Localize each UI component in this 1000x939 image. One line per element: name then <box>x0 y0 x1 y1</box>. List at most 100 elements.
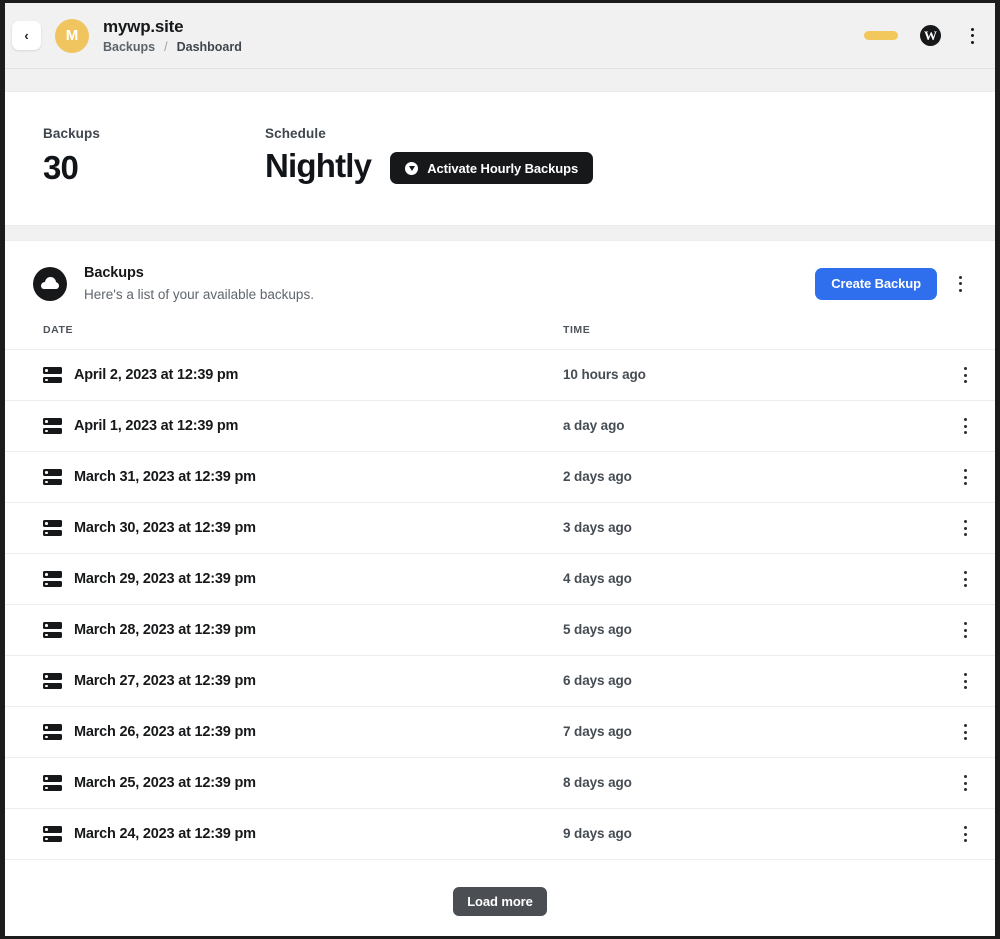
table-row[interactable]: March 29, 2023 at 12:39 pm 4 days ago <box>5 553 995 605</box>
row-overflow-menu-icon[interactable] <box>956 364 974 386</box>
stat-schedule-label: Schedule <box>265 126 326 141</box>
cell-date: April 1, 2023 at 12:39 pm <box>5 400 563 452</box>
site-identity: mywp.site Backups / Dashboard <box>103 17 864 54</box>
server-bar <box>43 733 62 740</box>
date-cell: April 1, 2023 at 12:39 pm <box>5 418 563 434</box>
breadcrumb-item-dashboard[interactable]: Dashboard <box>177 40 242 54</box>
backup-time: 10 hours ago <box>563 367 646 382</box>
row-overflow-menu-icon[interactable] <box>956 517 974 539</box>
chevron-left-icon: ‹ <box>24 27 29 43</box>
cell-actions <box>935 349 995 401</box>
cell-date: March 27, 2023 at 12:39 pm <box>5 655 563 707</box>
table-row[interactable]: March 25, 2023 at 12:39 pm 8 days ago <box>5 757 995 809</box>
dot <box>963 730 967 734</box>
dot <box>963 781 967 785</box>
row-overflow-menu-icon[interactable] <box>956 721 974 743</box>
cell-date: April 2, 2023 at 12:39 pm <box>5 349 563 401</box>
dot <box>963 431 967 434</box>
row-overflow-menu-icon[interactable] <box>956 415 974 437</box>
cell-date: March 28, 2023 at 12:39 pm <box>5 604 563 656</box>
row-overflow-menu-icon[interactable] <box>956 568 974 590</box>
row-overflow-menu-icon[interactable] <box>956 619 974 641</box>
server-bar <box>43 631 62 638</box>
row-overflow-menu-icon[interactable] <box>956 466 974 488</box>
cell-actions <box>935 706 995 758</box>
server-bar <box>43 427 62 434</box>
stats-card: Backups 30 Schedule Nightly Activate Hou… <box>5 91 995 226</box>
server-bar <box>43 784 62 791</box>
breadcrumb-item-backups[interactable]: Backups <box>103 40 155 54</box>
table-row[interactable]: March 26, 2023 at 12:39 pm 7 days ago <box>5 706 995 758</box>
dot <box>963 832 967 836</box>
backups-card: Backups Here's a list of your available … <box>5 240 995 936</box>
cell-date: March 29, 2023 at 12:39 pm <box>5 553 563 605</box>
date-cell: March 25, 2023 at 12:39 pm <box>5 775 563 791</box>
dot <box>963 418 967 421</box>
row-overflow-menu-icon[interactable] <box>956 772 974 794</box>
server-stack-icon <box>43 775 62 791</box>
dot <box>963 571 967 574</box>
server-stack-icon <box>43 826 62 842</box>
table-row[interactable]: March 24, 2023 at 12:39 pm 9 days ago <box>5 808 995 860</box>
backup-date: March 31, 2023 at 12:39 pm <box>74 469 256 485</box>
topbar-overflow-menu-icon[interactable] <box>963 25 981 47</box>
server-bar <box>43 835 62 842</box>
back-button[interactable]: ‹ <box>12 21 41 50</box>
backups-table: DATE TIME April 2, 2023 at 12:39 pm 10 ho… <box>5 318 995 860</box>
wordpress-icon[interactable]: W <box>920 25 941 46</box>
table-row[interactable]: March 30, 2023 at 12:39 pm 3 days ago <box>5 502 995 554</box>
cell-actions <box>935 451 995 503</box>
cell-time: 10 hours ago <box>563 349 935 401</box>
stat-schedule: Schedule Nightly Activate Hourly Backups <box>265 126 594 185</box>
backups-card-header: Backups Here's a list of your available … <box>5 241 995 318</box>
cloud-icon <box>33 266 67 301</box>
backup-date: April 1, 2023 at 12:39 pm <box>74 418 239 434</box>
server-bar <box>43 478 62 485</box>
backup-time: 7 days ago <box>563 724 632 739</box>
dot <box>963 367 967 370</box>
dot <box>963 737 967 740</box>
cell-date: March 24, 2023 at 12:39 pm <box>5 808 563 860</box>
table-row[interactable]: March 31, 2023 at 12:39 pm 2 days ago <box>5 451 995 503</box>
backup-time: 3 days ago <box>563 520 632 535</box>
backups-card-overflow-menu-icon[interactable] <box>951 273 969 295</box>
dot <box>963 584 967 587</box>
row-overflow-menu-icon[interactable] <box>956 823 974 845</box>
avatar: M <box>55 18 89 53</box>
table-row[interactable]: March 27, 2023 at 12:39 pm 6 days ago <box>5 655 995 707</box>
dot <box>963 635 967 638</box>
backup-time: 6 days ago <box>563 673 632 688</box>
backup-time: 2 days ago <box>563 469 632 484</box>
server-bar <box>43 682 62 689</box>
server-stack-icon <box>43 673 62 689</box>
wordpress-glyph: W <box>924 28 937 43</box>
cell-date: March 26, 2023 at 12:39 pm <box>5 706 563 758</box>
table-row[interactable]: April 2, 2023 at 12:39 pm 10 hours ago <box>5 349 995 401</box>
date-cell: March 28, 2023 at 12:39 pm <box>5 622 563 638</box>
create-backup-button[interactable]: Create Backup <box>815 267 937 300</box>
server-bar <box>43 376 62 383</box>
backup-date: March 27, 2023 at 12:39 pm <box>74 673 256 689</box>
top-bar: ‹ M mywp.site Backups / Dashboard W <box>5 3 995 69</box>
backup-time: 4 days ago <box>563 571 632 586</box>
dot <box>970 34 974 37</box>
dot <box>963 686 967 689</box>
avatar-initial: M <box>65 27 79 44</box>
backups-card-titles: Backups Here's a list of your available … <box>84 265 815 302</box>
table-row[interactable]: April 1, 2023 at 12:39 pm a day ago <box>5 400 995 452</box>
dot <box>963 622 967 625</box>
load-more-button[interactable]: Load more <box>453 887 547 916</box>
server-bar <box>43 724 62 731</box>
table-row[interactable]: March 28, 2023 at 12:39 pm 5 days ago <box>5 604 995 656</box>
cell-date: March 30, 2023 at 12:39 pm <box>5 502 563 554</box>
dot <box>963 469 967 472</box>
activate-hourly-backups-button[interactable]: Activate Hourly Backups <box>390 152 594 184</box>
server-bar <box>43 418 62 425</box>
cell-actions <box>935 502 995 554</box>
cell-time: 9 days ago <box>563 808 935 860</box>
row-overflow-menu-icon[interactable] <box>956 670 974 692</box>
app-window: ‹ M mywp.site Backups / Dashboard W Back… <box>0 0 1000 939</box>
cell-time: 7 days ago <box>563 706 935 758</box>
server-bar <box>43 775 62 782</box>
activate-hourly-backups-label: Activate Hourly Backups <box>427 160 579 176</box>
